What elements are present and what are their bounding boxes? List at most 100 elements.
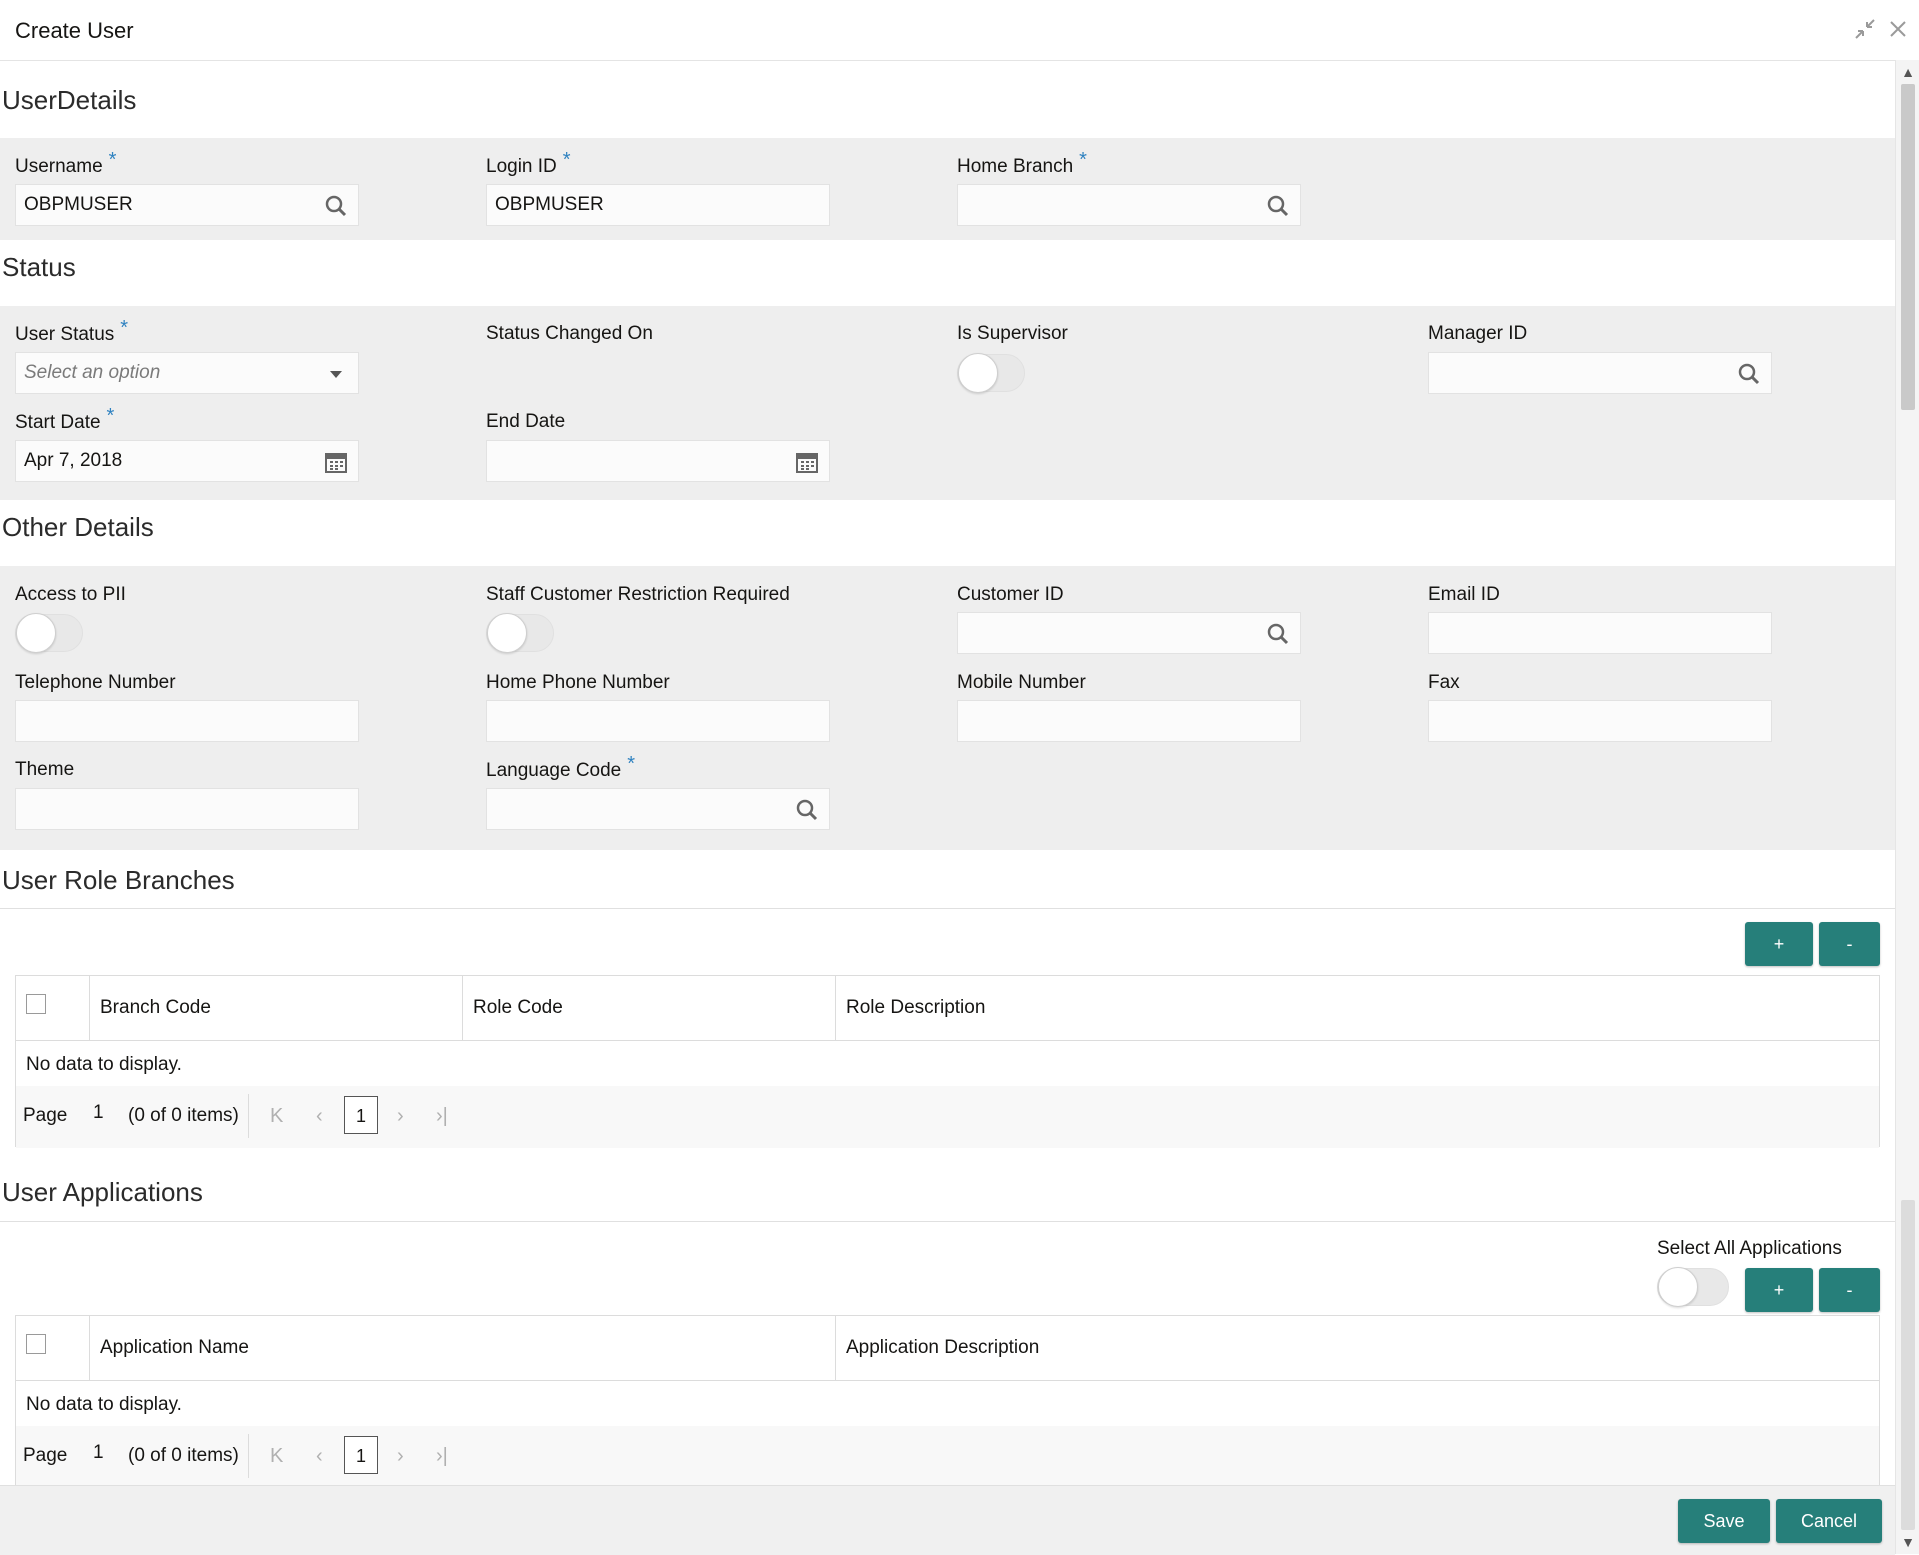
column-header-branch-code[interactable]: Branch Code <box>89 976 462 1040</box>
next-page-icon[interactable]: › <box>397 1105 404 1128</box>
username-label: Username * <box>15 149 117 177</box>
telephone-label: Telephone Number <box>15 672 176 693</box>
customer-id-input[interactable] <box>957 612 1301 654</box>
scroll-down-icon[interactable]: ▼ <box>1900 1534 1916 1550</box>
select-all-applications-toggle[interactable] <box>1657 1267 1729 1307</box>
current-page-box[interactable]: 1 <box>344 1436 378 1474</box>
toggle-knob <box>1658 1267 1698 1307</box>
select-all-applications-label: Select All Applications <box>1657 1238 1842 1259</box>
home-branch-input[interactable] <box>957 184 1301 226</box>
access-to-pii-toggle[interactable] <box>15 613 83 653</box>
applications-table: Application Name Application Description… <box>15 1315 1880 1488</box>
dialog-title: Create User <box>15 18 134 43</box>
page-number: 1 <box>93 1442 104 1463</box>
first-page-icon[interactable]: K <box>270 1445 283 1468</box>
last-page-icon[interactable]: ›| <box>436 1445 448 1468</box>
dropdown-arrow-icon[interactable] <box>324 362 348 386</box>
search-icon[interactable] <box>1266 622 1290 646</box>
start-date-label: Start Date * <box>15 405 115 433</box>
search-icon[interactable] <box>324 194 348 218</box>
vertical-scrollbar[interactable]: ▲ ▼ <box>1895 60 1919 1554</box>
close-icon[interactable] <box>1885 16 1911 42</box>
section-title-user-applications: User Applications <box>2 1177 203 1207</box>
pager-separator <box>248 1094 249 1138</box>
page-label: Page <box>23 1105 68 1126</box>
add-application-button[interactable]: + <box>1745 1268 1813 1312</box>
start-date-input[interactable]: Apr 7, 2018 <box>15 440 359 482</box>
staff-restriction-toggle[interactable] <box>486 613 554 653</box>
home-phone-input[interactable] <box>486 700 830 742</box>
pagination-bar: Page 1 (0 of 0 items) K ‹ 1 › ›| <box>16 1426 1879 1488</box>
page-label: Page <box>23 1445 68 1466</box>
customer-id-label: Customer ID <box>957 584 1064 605</box>
scrollbar-thumb[interactable] <box>1901 84 1915 410</box>
column-header-role-code[interactable]: Role Code <box>462 976 835 1040</box>
search-icon[interactable] <box>795 798 819 822</box>
items-count: (0 of 0 items) <box>128 1105 239 1126</box>
select-all-checkbox[interactable] <box>26 1334 46 1354</box>
staff-restriction-label: Staff Customer Restriction Required <box>486 584 790 605</box>
pager-separator <box>248 1434 249 1478</box>
mobile-input[interactable] <box>957 700 1301 742</box>
search-icon[interactable] <box>1737 362 1761 386</box>
page-number: 1 <box>93 1102 104 1123</box>
theme-input[interactable] <box>15 788 359 830</box>
cancel-button[interactable]: Cancel <box>1776 1499 1882 1543</box>
scroll-up-icon[interactable]: ▲ <box>1900 64 1916 80</box>
column-header-role-description[interactable]: Role Description <box>835 976 1879 1040</box>
username-input[interactable]: OBPMUSER <box>15 184 359 226</box>
column-header-application-description[interactable]: Application Description <box>835 1316 1879 1380</box>
section-divider <box>0 908 1895 909</box>
next-page-icon[interactable]: › <box>397 1445 404 1468</box>
section-title-user-details: UserDetails <box>2 85 137 115</box>
table-header: Branch Code Role Code Role Description <box>16 976 1879 1041</box>
user-status-select[interactable]: Select an option <box>15 352 359 394</box>
mobile-label: Mobile Number <box>957 672 1086 693</box>
language-code-label: Language Code * <box>486 753 636 781</box>
home-branch-label: Home Branch * <box>957 149 1087 177</box>
telephone-input[interactable] <box>15 700 359 742</box>
add-role-branch-button[interactable]: + <box>1745 922 1813 966</box>
email-id-label: Email ID <box>1428 584 1500 605</box>
column-header-application-name[interactable]: Application Name <box>89 1316 835 1380</box>
no-data-message: No data to display. <box>26 1394 182 1415</box>
fax-input[interactable] <box>1428 700 1772 742</box>
is-supervisor-toggle[interactable] <box>957 353 1025 393</box>
remove-application-button[interactable]: - <box>1819 1268 1880 1312</box>
section-title-other-details: Other Details <box>2 512 154 542</box>
login-id-label: Login ID * <box>486 149 571 177</box>
pagination-bar: Page 1 (0 of 0 items) K ‹ 1 › ›| <box>16 1086 1879 1148</box>
last-page-icon[interactable]: ›| <box>436 1105 448 1128</box>
no-data-message: No data to display. <box>26 1054 182 1075</box>
language-code-input[interactable] <box>486 788 830 830</box>
access-to-pii-label: Access to PII <box>15 584 126 605</box>
user-status-label: User Status * <box>15 317 129 345</box>
toggle-knob <box>958 353 998 393</box>
previous-page-icon[interactable]: ‹ <box>316 1445 323 1468</box>
dialog-titlebar: Create User <box>0 0 1919 61</box>
table-header: Application Name Application Description <box>16 1316 1879 1381</box>
search-icon[interactable] <box>1266 194 1290 218</box>
compress-icon[interactable] <box>1852 16 1878 42</box>
remove-role-branch-button[interactable]: - <box>1819 922 1880 966</box>
current-page-box[interactable]: 1 <box>344 1096 378 1134</box>
end-date-input[interactable] <box>486 440 830 482</box>
status-changed-on-label: Status Changed On <box>486 323 653 344</box>
end-date-label: End Date <box>486 411 566 432</box>
section-title-status: Status <box>2 252 76 282</box>
select-all-checkbox[interactable] <box>26 994 46 1014</box>
first-page-icon[interactable]: K <box>270 1105 283 1128</box>
login-id-input[interactable]: OBPMUSER <box>486 184 830 226</box>
section-title-user-role-branches: User Role Branches <box>2 865 235 895</box>
is-supervisor-label: Is Supervisor <box>957 323 1068 344</box>
role-branches-table: Branch Code Role Code Role Description N… <box>15 975 1880 1148</box>
save-button[interactable]: Save <box>1678 1499 1770 1543</box>
email-id-input[interactable] <box>1428 612 1772 654</box>
items-count: (0 of 0 items) <box>128 1445 239 1466</box>
toggle-knob <box>16 613 56 653</box>
calendar-icon[interactable] <box>324 450 348 474</box>
manager-id-input[interactable] <box>1428 352 1772 394</box>
dialog-footer: Save Cancel <box>0 1485 1895 1555</box>
previous-page-icon[interactable]: ‹ <box>316 1105 323 1128</box>
calendar-icon[interactable] <box>795 450 819 474</box>
